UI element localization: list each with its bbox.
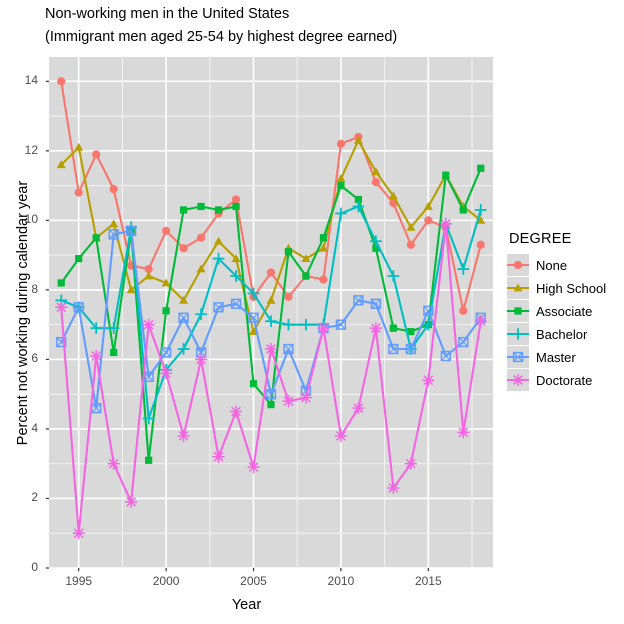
legend-item-master[interactable]: Master	[507, 346, 606, 368]
chart-root: Non-working men in the United States (Im…	[0, 0, 624, 624]
y-axis-title: Percent not working during calendar year	[15, 180, 31, 446]
legend-key-asterisk-icon	[507, 369, 529, 391]
legend-items: None High School Associate Bachelor Master Do…	[507, 254, 606, 391]
x-tick-label: 2005	[240, 574, 267, 588]
y-tick-label: 0	[31, 560, 38, 574]
y-tick-label: 2	[31, 490, 38, 505]
legend-key-square-icon	[507, 300, 529, 322]
legend-key-circle-icon	[507, 254, 529, 276]
legend-label: High School	[536, 280, 607, 296]
x-tick-label: 1995	[65, 574, 93, 588]
legend-item-associate[interactable]: Associate	[507, 300, 606, 322]
legend-label: None	[536, 257, 568, 273]
legend-label: Master	[536, 349, 576, 365]
legend-item-high-school[interactable]: High School	[507, 277, 606, 299]
legend-key-square-cross-icon	[507, 346, 529, 368]
x-tick-label: 2015	[414, 574, 442, 588]
legend-item-none[interactable]: None	[507, 254, 606, 276]
legend: DEGREE None High School Associate Bachelor M…	[507, 231, 606, 392]
y-tick-label: 14	[24, 73, 38, 88]
x-tick-label: 2010	[327, 574, 355, 588]
legend-key-triangle-icon	[507, 277, 529, 299]
legend-key-plus-icon	[507, 323, 529, 345]
legend-label: Bachelor	[536, 326, 588, 342]
x-tick-label: 2000	[152, 574, 180, 588]
y-tick-label: 12	[24, 142, 38, 157]
legend-item-bachelor[interactable]: Bachelor	[507, 323, 606, 345]
legend-label: Doctorate	[536, 372, 593, 388]
legend-item-doctorate[interactable]: Doctorate	[507, 369, 606, 391]
x-axis-title: Year	[231, 597, 262, 613]
legend-label: Associate	[536, 303, 593, 319]
legend-title: DEGREE	[509, 231, 572, 247]
